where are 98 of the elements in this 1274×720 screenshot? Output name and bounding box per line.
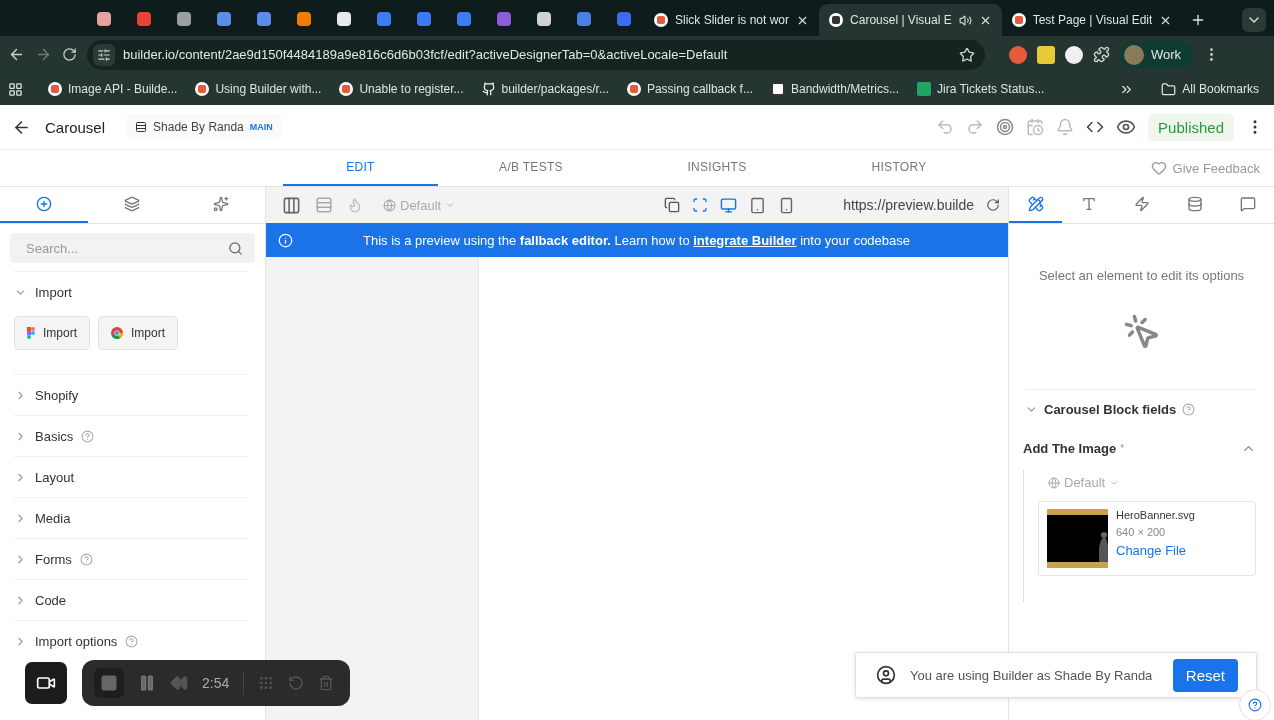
bookmark[interactable]: Jira Tickets Status... [910,79,1052,99]
banner-text: This is a preview using the fallback editor. Learn how to integrate Builder into your codebase [363,232,911,248]
branch-icon [135,121,148,133]
builder-icon [626,82,641,96]
bookmark[interactable]: Unable to register... [332,79,471,99]
restart-icon[interactable] [288,675,305,691]
editor-tab[interactable]: A/B TESTS [438,150,624,186]
columns-icon[interactable] [282,195,301,215]
section-header[interactable]: Forms [14,538,248,579]
reload-icon[interactable] [986,198,1000,212]
bookmark[interactable]: Bandwidth/Metrics... [763,79,906,99]
search-field[interactable]: Search... [10,233,255,263]
lightning-icon [1133,196,1150,212]
file-name: HeroBanner.svg [1116,509,1195,521]
help-icon [1182,403,1196,416]
sheets-icon [917,82,931,96]
select-frame-icon[interactable] [692,197,709,213]
target-icon[interactable] [996,118,1015,136]
section-header[interactable]: Shopify [14,374,248,415]
help-icon [1248,698,1262,712]
tab-search-button[interactable] [1242,8,1266,32]
insert-icon [36,196,53,212]
profile-button[interactable]: Work [1120,40,1194,69]
browser-tab[interactable]: Test Page | Visual Edit [1001,4,1183,36]
layers-icon [124,196,141,212]
section-header[interactable]: Code [14,579,248,620]
file-dimensions: 640 × 200 [1116,526,1167,538]
group-header[interactable]: Carousel Block fields [1025,402,1256,417]
preview-icon[interactable] [1116,117,1137,137]
import-button[interactable]: Import [98,316,179,350]
database-icon [1186,196,1203,212]
reset-button[interactable]: Reset [1172,658,1238,692]
camera-button[interactable] [25,662,67,704]
folder-icon [1161,81,1177,97]
globe-icon [383,198,396,212]
pause-icon[interactable] [138,674,156,692]
chrome-icon [111,327,123,339]
sparkles-icon [212,196,229,212]
extensions-icon[interactable] [1093,46,1110,63]
bookmark[interactable]: Passing callback f... [619,79,760,99]
recording-time: 2:54 [202,675,230,691]
bookmark[interactable]: Image API - Builde... [41,79,185,99]
extension-icon[interactable] [1065,45,1083,64]
builder-icon [48,82,62,96]
sliders-icon [97,47,111,62]
required-mark: * [1120,443,1125,454]
search-icon[interactable] [228,241,243,256]
responsive-icon[interactable] [664,197,681,213]
builder-icon [654,13,668,27]
bookmark-star-icon[interactable] [959,46,975,63]
browser-tab[interactable]: Slick Slider is not wor [644,4,820,36]
forward-icon[interactable] [35,46,52,63]
section-header[interactable]: Media [14,497,248,538]
avatar [1124,44,1144,65]
builder-icon [339,82,354,96]
browser-tab[interactable]: Carousel | Visual E [819,4,1002,36]
bookmark[interactable]: Using Builder with... [188,79,329,99]
preview-url: https://preview.builde [843,197,974,213]
heart-icon [1150,160,1167,176]
back-icon[interactable] [8,46,25,63]
pencil-ruler-icon [1027,196,1044,212]
user-icon [876,665,896,685]
builder-icon [1011,13,1026,27]
info-icon [278,232,293,248]
builder-icon [195,82,210,96]
github-icon [481,82,496,96]
editor-tab[interactable]: INSIGHTS [624,150,810,186]
notion-icon [770,82,785,96]
field-label: Add The Image [1023,441,1117,456]
help-button[interactable] [1239,689,1271,720]
comment-icon [1239,196,1256,212]
pointer-click-icon [1122,313,1161,351]
section-header[interactable]: Basics [14,415,248,456]
all-bookmarks[interactable]: All Bookmarks [1154,78,1266,100]
section-header[interactable]: Import [14,271,248,312]
change-file-link[interactable]: Change File [1116,543,1195,558]
builder-icon [829,13,844,27]
globe-icon [1048,476,1060,489]
text-icon [1080,196,1097,212]
section-header[interactable]: Layout [14,456,248,497]
toast-message: You are using Builder as Shade By Randa [910,667,1154,683]
stop-icon [100,674,118,692]
site-info-button[interactable] [93,43,115,66]
tablet-icon[interactable] [749,196,767,214]
stop-button[interactable] [94,668,124,698]
apps-icon[interactable] [8,81,23,97]
bookmark[interactable]: builder/packages/r... [474,79,616,99]
address-bar[interactable]: builder.io/content/2ae9d150f4484189a9e816c6d6b03fcf/edit?activeDesignerTab=0&activeLocale=Default [87,39,985,70]
figma-icon [27,327,35,339]
extension-icon[interactable] [1037,45,1055,64]
editor-tab[interactable]: HISTORY [810,150,988,186]
page-title: Carousel [45,118,106,136]
caret-icon [445,200,456,210]
empty-hint: Select an element to edit its options [1038,268,1245,283]
space-selector[interactable]: Shade By Randa MAIN [127,114,281,140]
desktop-icon[interactable] [720,196,738,214]
import-button[interactable]: Import [14,316,90,350]
integrate-link[interactable]: integrate Builder [693,232,797,248]
